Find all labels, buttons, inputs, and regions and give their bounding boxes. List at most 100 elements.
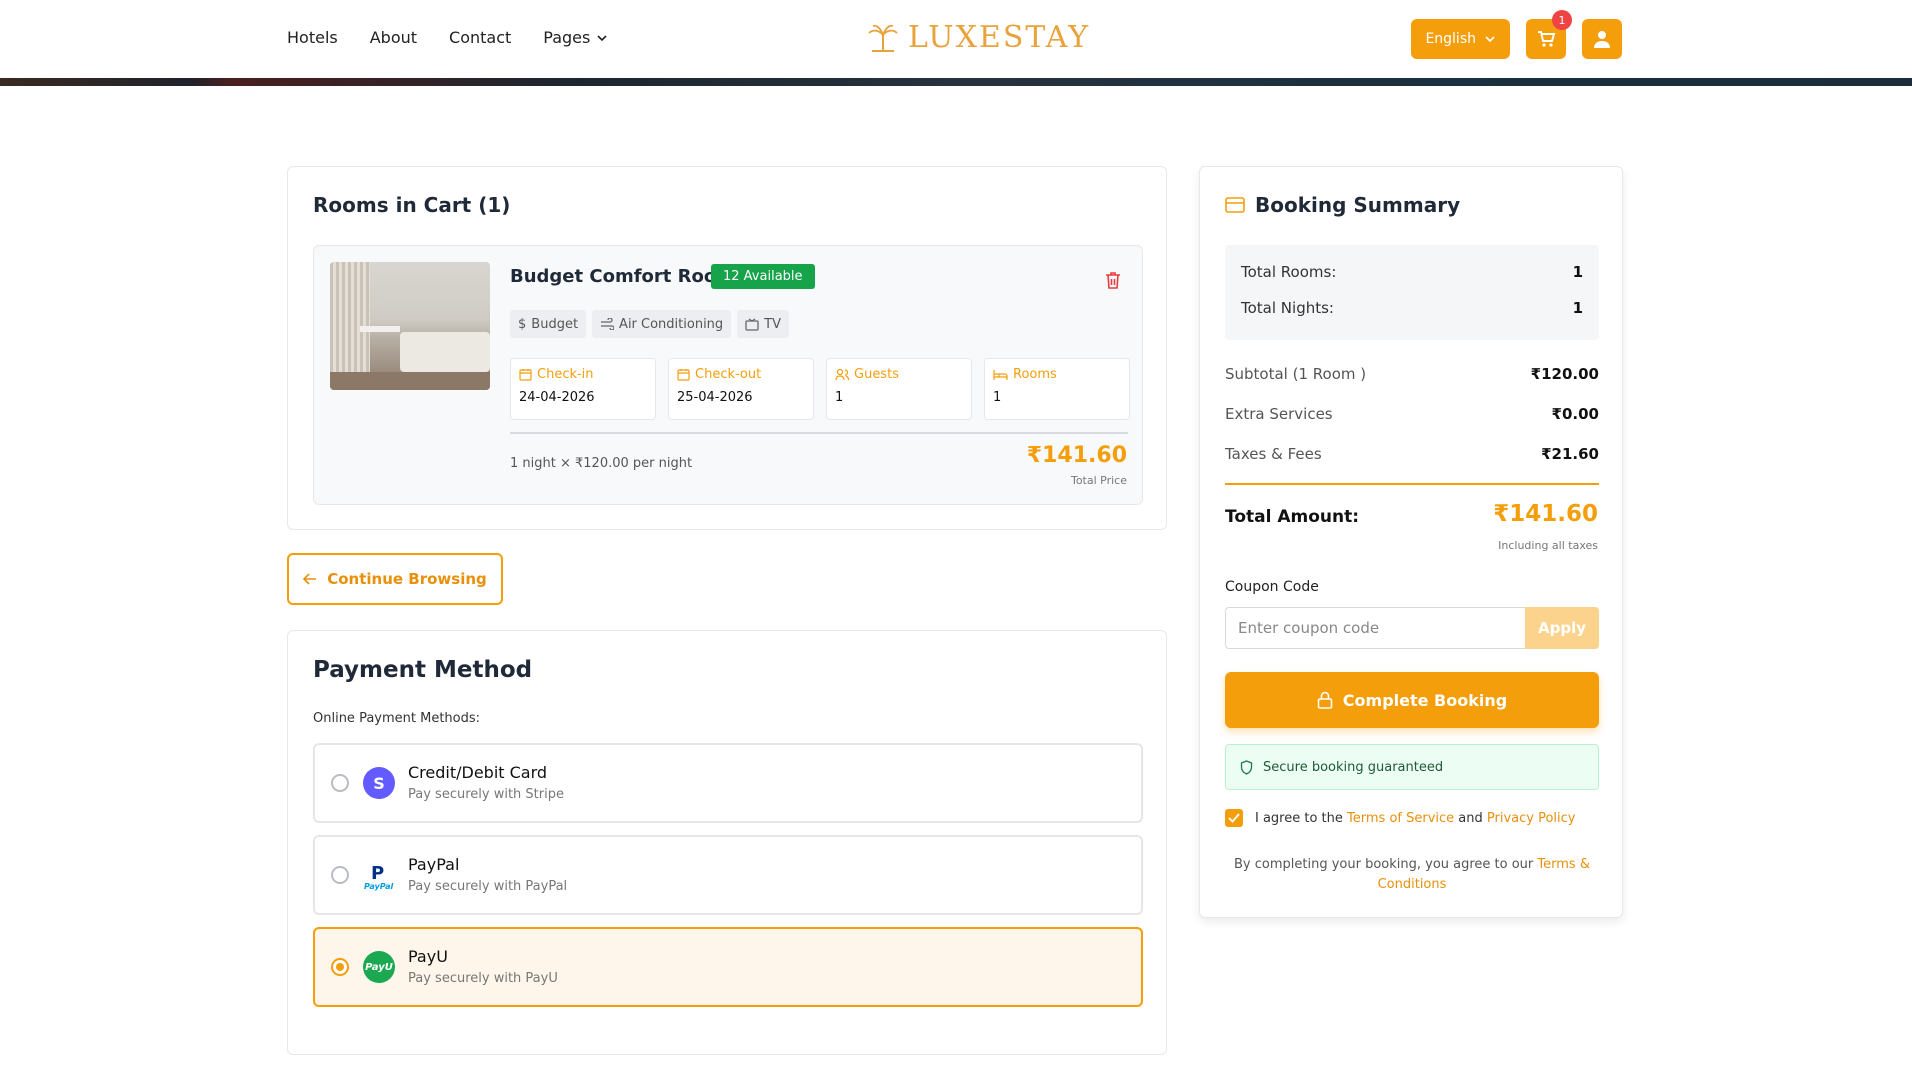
rooms-label: Rooms — [1013, 367, 1057, 382]
complete-booking-button[interactable]: Complete Booking — [1225, 672, 1599, 728]
note-text: By completing your booking, you agree to… — [1234, 857, 1534, 872]
payment-option-desc: Pay securely with PayU — [408, 971, 558, 986]
total-amount-value: ₹141.60 — [1493, 501, 1598, 527]
continue-browsing-button[interactable]: Continue Browsing — [287, 553, 503, 605]
svg-text:P: P — [371, 863, 384, 884]
main-nav: Hotels About Contact Pages — [287, 28, 608, 47]
terms-checkbox[interactable] — [1225, 809, 1243, 827]
nav-pages-label: Pages — [543, 28, 591, 47]
checkin-box: Check-in 24-04-2026 — [510, 358, 656, 420]
nav-contact[interactable]: Contact — [449, 28, 511, 47]
continue-browsing-label: Continue Browsing — [327, 570, 487, 588]
remove-room-button[interactable] — [1104, 270, 1122, 294]
total-nights-value: 1 — [1572, 299, 1583, 317]
svg-text:PayPal: PayPal — [364, 882, 393, 891]
users-icon — [835, 368, 849, 381]
cart-card: Rooms in Cart (1) Budget Comfort Room 12… — [287, 166, 1167, 530]
guests-label: Guests — [854, 367, 899, 382]
paypal-logo-icon: P PayPal — [363, 859, 395, 891]
guests-value: 1 — [835, 390, 844, 405]
extra-services-row: Extra Services ₹0.00 — [1225, 405, 1599, 423]
room-name: Budget Comfort Room — [510, 266, 736, 287]
booking-details: Check-in 24-04-2026 Check-out 25-04-2026… — [510, 358, 1130, 420]
radio-button[interactable] — [331, 866, 349, 884]
checkout-value: 25-04-2026 — [677, 390, 753, 405]
cart-room-item: Budget Comfort Room 12 Available $ Budge… — [313, 245, 1143, 505]
amenity-tag: TV — [737, 310, 790, 338]
amenity-label: TV — [764, 316, 782, 332]
payment-method-card: Payment Method Online Payment Methods: S… — [287, 630, 1167, 1055]
tv-icon — [745, 317, 759, 331]
summary-title-text: Booking Summary — [1255, 193, 1461, 217]
total-rooms-value: 1 — [1572, 263, 1583, 281]
subtotal-value: ₹120.00 — [1530, 365, 1599, 383]
amenity-label: Budget — [531, 316, 579, 332]
stripe-logo-icon: S — [363, 767, 395, 799]
payment-option-paypal[interactable]: P PayPal PayPal Pay securely with PayPal — [313, 835, 1143, 915]
terms-of-service-link[interactable]: Terms of Service — [1347, 811, 1454, 826]
checkin-value: 24-04-2026 — [519, 390, 595, 405]
per-night-rate: 1 night × ₹120.00 per night — [510, 456, 693, 471]
divider — [1225, 483, 1599, 485]
cart-button[interactable]: 1 — [1526, 10, 1572, 59]
taxes-label: Taxes & Fees — [1225, 445, 1322, 463]
chevron-down-icon — [1485, 36, 1495, 43]
nav-about[interactable]: About — [370, 28, 417, 47]
extra-services-value: ₹0.00 — [1551, 405, 1599, 423]
checkout-box: Check-out 25-04-2026 — [668, 358, 814, 420]
amenity-tag: $ Budget — [510, 310, 587, 338]
header-actions: English 1 — [1411, 10, 1622, 59]
payment-option-desc: Pay securely with PayPal — [408, 879, 568, 894]
language-selector[interactable]: English — [1411, 19, 1510, 59]
shield-icon — [1240, 759, 1253, 775]
secure-booking-text: Secure booking guaranteed — [1263, 759, 1444, 775]
nav-pages-dropdown[interactable]: Pages — [543, 28, 608, 47]
amenity-tag: Air Conditioning — [592, 310, 732, 338]
availability-badge: 12 Available — [711, 264, 815, 289]
chevron-down-icon — [597, 34, 607, 41]
coupon-label: Coupon Code — [1225, 579, 1319, 595]
payment-option-name: PayPal — [408, 855, 460, 874]
terms-agreement: I agree to the Terms of Service and Priv… — [1225, 809, 1576, 827]
cart-count-badge: 1 — [1552, 10, 1572, 30]
complete-booking-label: Complete Booking — [1342, 690, 1508, 710]
site-logo[interactable]: LUXESTAY — [866, 20, 1090, 55]
check-icon — [1228, 813, 1240, 823]
amenity-label: Air Conditioning — [619, 316, 724, 332]
user-account-button[interactable] — [1582, 19, 1622, 59]
radio-button-selected[interactable] — [331, 958, 349, 976]
payment-option-payu[interactable]: PayU PayU Pay securely with PayU — [313, 927, 1143, 1007]
language-label: English — [1425, 31, 1476, 47]
checkout-label: Check-out — [695, 367, 762, 382]
payment-option-card[interactable]: S Credit/Debit Card Pay securely with St… — [313, 743, 1143, 823]
dollar-icon: $ — [518, 316, 527, 332]
subtotal-label: Subtotal (1 Room ) — [1225, 365, 1367, 383]
total-nights-label: Total Nights: — [1241, 299, 1334, 317]
summary-totals-box: Total Rooms: 1 Total Nights: 1 — [1225, 245, 1599, 340]
secure-booking-notice: Secure booking guaranteed — [1225, 744, 1599, 790]
payment-title: Payment Method — [313, 657, 533, 683]
booking-summary-card: Booking Summary Total Rooms: 1 Total Nig… — [1199, 166, 1623, 918]
payment-option-name: Credit/Debit Card — [408, 763, 548, 782]
total-rooms-row: Total Rooms: 1 — [1241, 263, 1583, 281]
nav-hotels[interactable]: Hotels — [287, 28, 338, 47]
divider — [510, 432, 1128, 434]
checkin-label: Check-in — [537, 367, 594, 382]
trash-icon — [1106, 272, 1120, 289]
room-total-price: ₹141.60 — [1026, 443, 1127, 468]
including-taxes-note: Including all taxes — [1498, 539, 1598, 552]
arrow-left-icon — [303, 573, 317, 585]
wind-icon — [601, 318, 615, 330]
privacy-policy-link[interactable]: Privacy Policy — [1487, 811, 1576, 826]
coupon-input[interactable] — [1225, 607, 1525, 649]
apply-coupon-button[interactable]: Apply — [1525, 607, 1599, 649]
booking-terms-note: By completing your booking, you agree to… — [1225, 855, 1599, 895]
hero-image-strip — [0, 78, 1912, 86]
calendar-icon — [677, 369, 690, 381]
radio-button[interactable] — [331, 774, 349, 792]
extra-services-label: Extra Services — [1225, 405, 1333, 423]
cart-icon — [1538, 31, 1556, 47]
payu-logo-icon: PayU — [363, 951, 395, 983]
logo-text: LUXESTAY — [908, 20, 1090, 55]
agree-and-text: and — [1458, 810, 1483, 826]
